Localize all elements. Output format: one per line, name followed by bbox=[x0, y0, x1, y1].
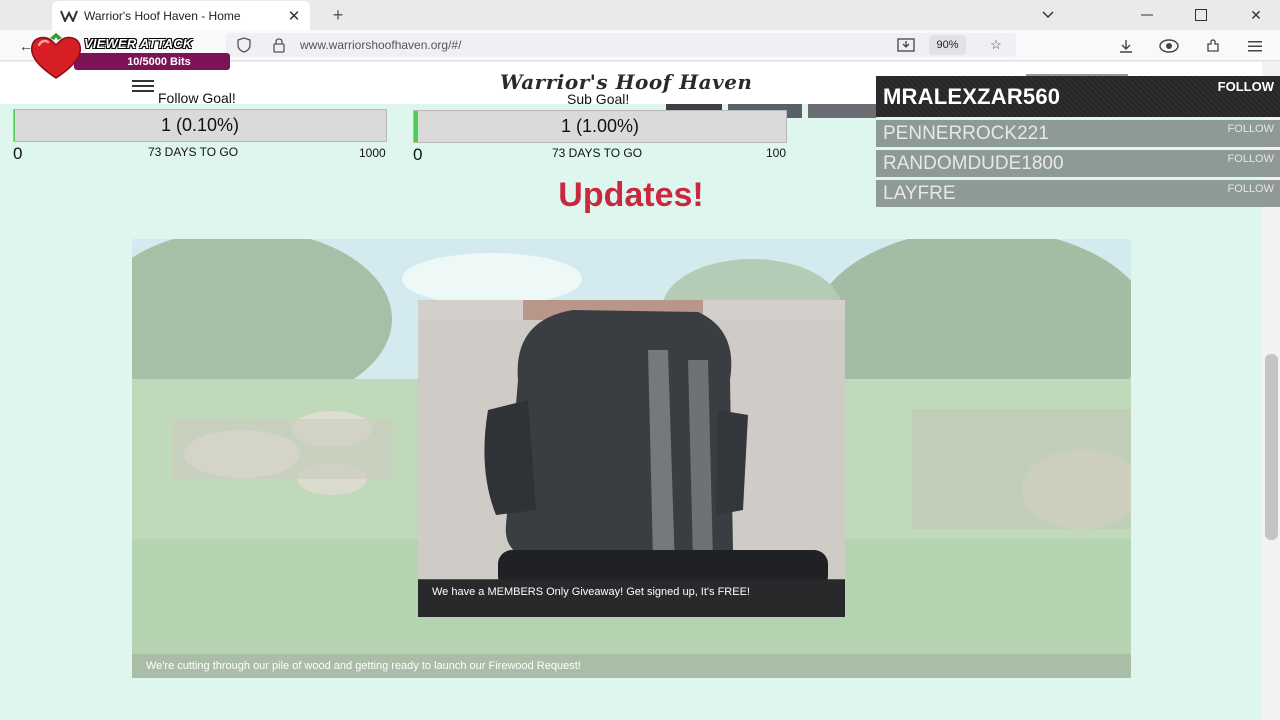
viewer-attack-label: VIEWER ATTACK bbox=[84, 36, 193, 51]
page-scrollbar-thumb[interactable] bbox=[1265, 354, 1278, 540]
minimize-icon[interactable] bbox=[1135, 4, 1159, 26]
menu-icon[interactable] bbox=[1244, 36, 1266, 56]
sub-goal-value: 1 (1.00%) bbox=[560, 116, 640, 136]
follow-goal-min: 0 bbox=[13, 144, 23, 163]
follower-name: LAYFRE bbox=[883, 183, 956, 204]
sub-goal-min: 0 bbox=[413, 145, 423, 164]
header-thumbnail[interactable] bbox=[808, 104, 876, 118]
viewer-attack-widget: 10/5000 Bits VIEWER ATTACK bbox=[28, 32, 230, 80]
follow-goal-value: 1 (0.10%) bbox=[160, 115, 240, 135]
follow-goal-progress-bar: 1 (0.10%) bbox=[13, 109, 387, 142]
tracking-protection-shield-icon[interactable] bbox=[236, 37, 252, 53]
bookmark-star-icon[interactable]: ☆ bbox=[986, 36, 1006, 54]
site-favicon-icon bbox=[60, 7, 78, 25]
sub-goal-title: Sub Goal! bbox=[567, 91, 630, 107]
bits-progress-bar: 10/5000 Bits bbox=[74, 53, 230, 70]
zoom-level-badge[interactable]: 90% bbox=[929, 35, 966, 55]
browser-tab[interactable]: Warrior's Hoof Haven - Home ✕ bbox=[52, 1, 310, 30]
recent-followers-overlay: MRALEXZAR560 FOLLOW PENNERROCK221 FOLLOW… bbox=[876, 76, 1280, 207]
latest-follower-row: MRALEXZAR560 FOLLOW bbox=[876, 76, 1280, 117]
list-all-tabs-icon[interactable] bbox=[1036, 4, 1060, 26]
hamburger-menu-icon[interactable] bbox=[132, 80, 154, 94]
sub-goal-max: 100 bbox=[766, 146, 787, 160]
backpack-on-motorcycle-image bbox=[418, 300, 845, 617]
follower-label: FOLLOW bbox=[1227, 183, 1274, 195]
follower-row: PENNERROCK221 FOLLOW bbox=[876, 120, 1280, 147]
promo-caption: We have a MEMBERS Only Giveaway! Get sig… bbox=[418, 579, 845, 617]
sub-goal-days-left: 73 DAYS TO GO bbox=[552, 146, 643, 160]
browser-tab-bar: Warrior's Hoof Haven - Home ✕ + ✕ bbox=[0, 0, 1280, 30]
latest-follower-name: MRALEXZAR560 bbox=[883, 84, 1061, 109]
updates-carousel[interactable]: We have a MEMBERS Only Giveaway! Get sig… bbox=[132, 239, 1131, 678]
address-bar[interactable]: www.warriorshoofhaven.org/#/ 90% ☆ bbox=[226, 33, 1016, 57]
follower-label: FOLLOW bbox=[1227, 153, 1274, 165]
account-icon[interactable] bbox=[1158, 36, 1180, 56]
url-text[interactable]: www.warriorshoofhaven.org/#/ bbox=[300, 38, 461, 52]
strawberry-heart-icon bbox=[30, 33, 82, 79]
close-window-icon[interactable]: ✕ bbox=[1244, 4, 1268, 26]
save-to-pocket-icon[interactable] bbox=[896, 36, 916, 54]
close-tab-icon[interactable]: ✕ bbox=[284, 6, 304, 26]
sub-goal-progress-bar: 1 (1.00%) bbox=[413, 110, 787, 143]
tab-title: Warrior's Hoof Haven - Home bbox=[84, 8, 241, 23]
extensions-icon[interactable] bbox=[1202, 36, 1224, 56]
follow-goal-days-left: 73 DAYS TO GO bbox=[148, 145, 239, 159]
members-giveaway-promo[interactable]: We have a MEMBERS Only Giveaway! Get sig… bbox=[418, 300, 845, 617]
sub-goal-fill bbox=[414, 111, 418, 142]
lock-icon[interactable] bbox=[271, 37, 287, 53]
follower-label: FOLLOW bbox=[1227, 123, 1274, 135]
maximize-icon[interactable] bbox=[1189, 4, 1213, 26]
new-tab-icon[interactable]: + bbox=[328, 5, 348, 25]
follow-goal-title: Follow Goal! bbox=[158, 90, 236, 106]
follower-row: RANDOMDUDE1800 FOLLOW bbox=[876, 150, 1280, 177]
follower-name: PENNERROCK221 bbox=[883, 123, 1049, 144]
latest-follower-label: FOLLOW bbox=[1217, 79, 1274, 94]
follower-name: RANDOMDUDE1800 bbox=[883, 153, 1064, 174]
hero-caption: We're cutting through our pile of wood a… bbox=[132, 654, 1131, 678]
follow-goal-max: 1000 bbox=[359, 146, 386, 160]
follower-row: LAYFRE FOLLOW bbox=[876, 180, 1280, 207]
downloads-icon[interactable] bbox=[1115, 36, 1137, 56]
